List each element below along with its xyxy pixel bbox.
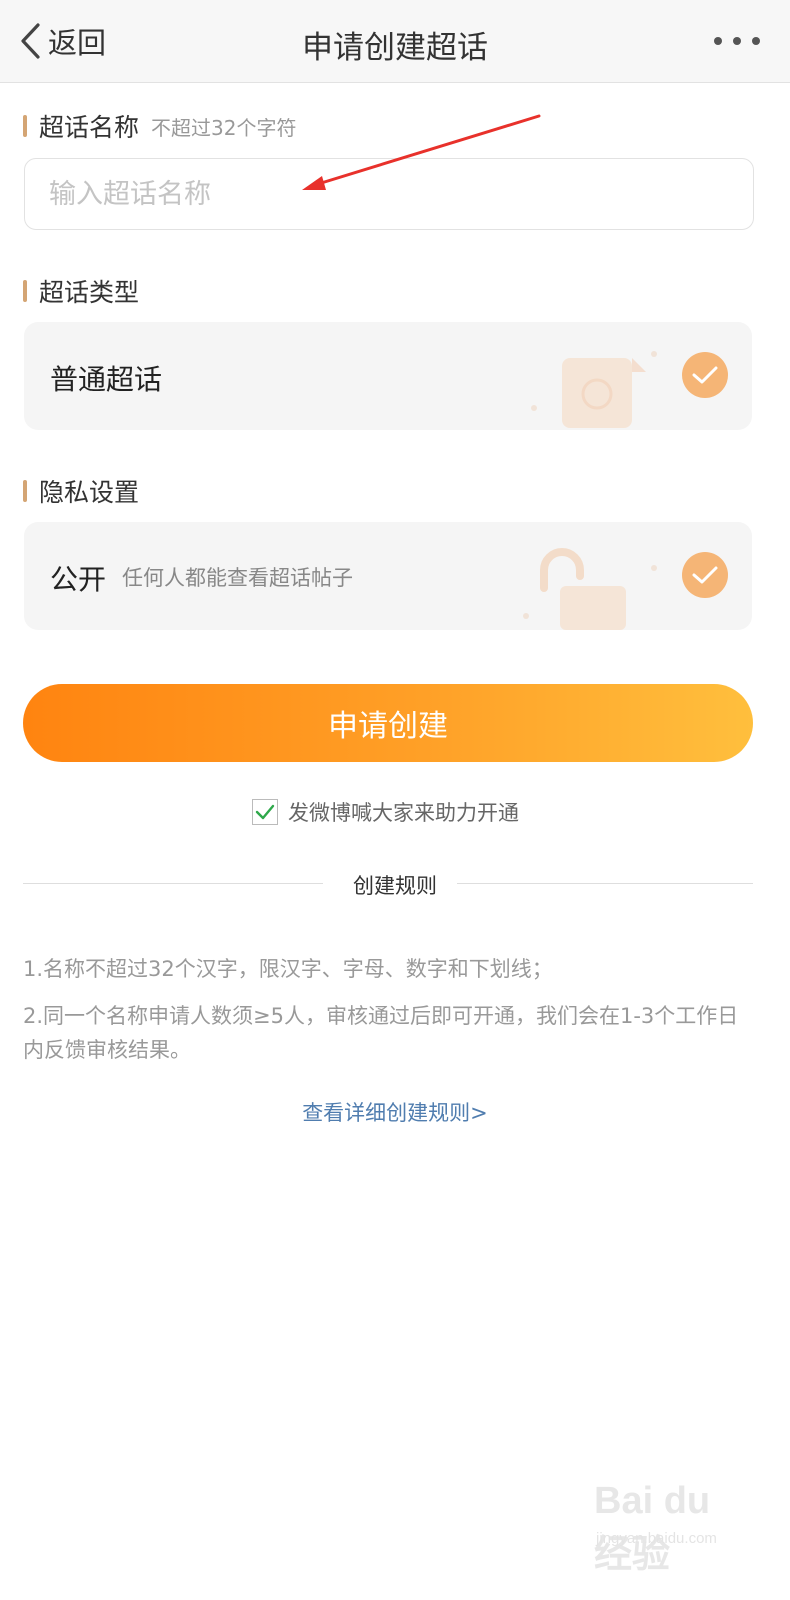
privacy-option-label: 公开 [50, 563, 107, 596]
section-accent-bar [23, 115, 27, 137]
check-icon [682, 552, 728, 598]
name-section-title: 超话名称 [39, 113, 140, 142]
share-weibo-label: 发微博喊大家来助力开通 [288, 801, 519, 825]
type-section-header: 超话类型 [23, 273, 139, 309]
more-dots-icon[interactable] [714, 30, 760, 52]
share-weibo-option[interactable]: 发微博喊大家来助力开通 [252, 797, 519, 827]
dot [752, 37, 760, 45]
checkbox-checked-icon[interactable] [252, 799, 278, 825]
rule-item-1: 1.名称不超过32个汉字，限汉字、字母、数字和下划线； [23, 957, 553, 981]
type-section-title: 超话类型 [39, 278, 140, 307]
submit-create-button[interactable]: 申请创建 [23, 684, 753, 762]
section-accent-bar [23, 280, 27, 302]
baidu-watermark-logo: Bai du 经验 jingyan.baidu.com [588, 1476, 748, 1576]
type-option-label: 普通超话 [50, 363, 163, 396]
rules-title-text: 创建规则 [333, 874, 457, 898]
rule-item-2: 2.同一个名称申请人数须≥5人，审核通过后即可开通，我们会在1-3个工作日内反馈… [23, 1004, 739, 1062]
nav-header: 返回 申请创建超话 [0, 0, 790, 83]
unlock-illustration-icon [523, 548, 657, 630]
privacy-option-public[interactable]: 公开 任何人都能查看超话帖子 [24, 522, 752, 630]
name-section-hint: 不超过32个字符 [151, 115, 297, 140]
page-title: 申请创建超话 [302, 30, 488, 66]
privacy-section-title: 隐私设置 [39, 478, 140, 507]
check-icon [682, 352, 728, 398]
type-option-normal[interactable]: 普通超话 [24, 322, 752, 430]
dot [714, 37, 722, 45]
privacy-section-header: 隐私设置 [23, 473, 139, 509]
topic-name-input[interactable] [24, 158, 754, 230]
watermark-main-text: Bai du 经验 [594, 1480, 711, 1576]
watermark-sub-text: jingyan.baidu.com [596, 1530, 717, 1547]
detail-rules-link[interactable]: 查看详细创建规则> [0, 1097, 790, 1127]
section-accent-bar [23, 480, 27, 502]
rules-title: 创建规则 [0, 870, 790, 900]
topic-illustration-icon [531, 351, 657, 428]
name-section-header: 超话名称 不超过32个字符 [23, 108, 296, 144]
privacy-option-description: 任何人都能查看超话帖子 [122, 566, 353, 590]
dot [733, 37, 741, 45]
